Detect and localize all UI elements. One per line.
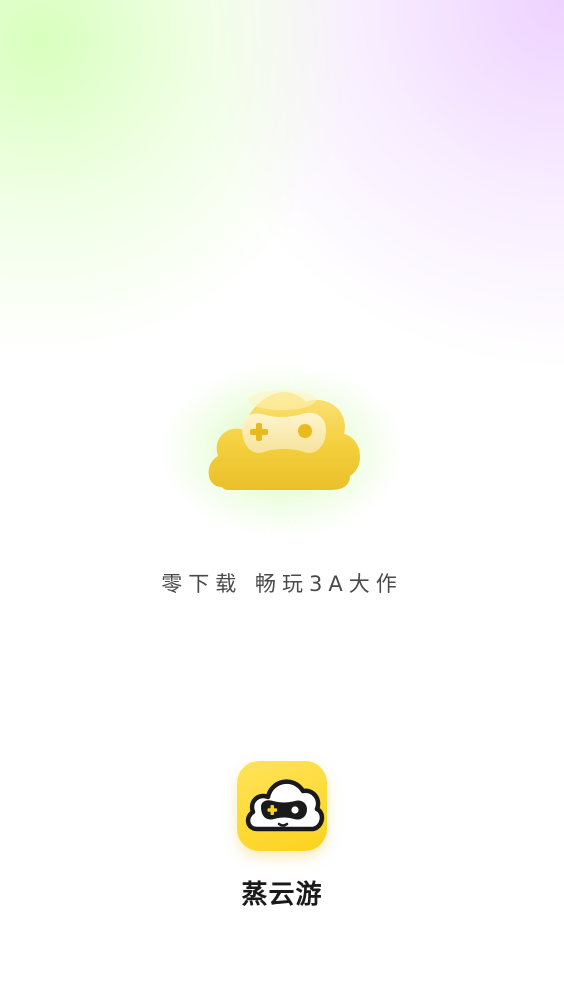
app-icon (237, 761, 327, 851)
app-name: 蒸云游 (241, 880, 323, 910)
tagline: 零下载 畅玩3A大作 (161, 572, 403, 596)
cloud-gamepad-icon (208, 390, 361, 490)
hero-cloud-gamepad-icon (162, 360, 402, 535)
cloud-robot-icon (245, 779, 325, 832)
